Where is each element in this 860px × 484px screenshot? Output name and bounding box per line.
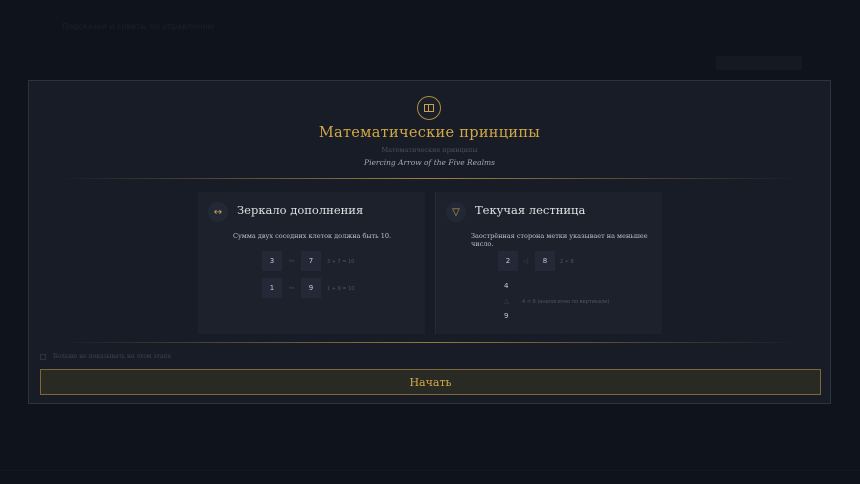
example-cell: 9 — [504, 312, 509, 320]
background-hint-text: Подсказки и советы по управлению — [62, 22, 215, 31]
book-icon — [417, 96, 441, 120]
triangle-down-icon: ▽ — [446, 202, 466, 222]
rules-dialog: Математические принципы Математические п… — [28, 80, 831, 404]
connector-icon: ↔ — [289, 257, 295, 265]
background-button — [716, 56, 802, 70]
rule-card-description: Заострённая сторона метки указывает на м… — [471, 232, 648, 248]
rule-card-description: Сумма двух соседних клеток должна быть 1… — [233, 232, 392, 240]
example-cell: 8 — [535, 251, 555, 271]
dialog-title: Математические принципы — [318, 125, 541, 141]
example-cell: 1 — [262, 278, 282, 298]
example-note: 1 + 9 = 10 — [327, 286, 355, 292]
dont-show-again-checkbox[interactable] — [40, 353, 46, 360]
example-cell: 2 — [498, 251, 518, 271]
top-divider — [59, 178, 800, 179]
rule-card-complement-mirror: ↔ Зеркало дополнения Сумма двух соседних… — [198, 192, 425, 334]
dont-show-again-row[interactable]: Больше не показывать на этом этапе — [40, 353, 171, 360]
example-cell: 9 — [301, 278, 321, 298]
example-note: 3 + 7 = 10 — [327, 259, 355, 265]
rule-card-title: Зеркало дополнения — [237, 203, 364, 217]
start-button[interactable]: Начать — [40, 369, 821, 395]
connector-icon: ↔ — [289, 284, 295, 292]
example-note: 4 < 9 (аналогично по вертикали) — [522, 299, 610, 305]
double-arrow-icon: ↔ — [208, 202, 228, 222]
rule-card-title: Текучая лестница — [475, 203, 586, 217]
bottom-divider — [59, 342, 800, 343]
background-divider — [0, 470, 860, 471]
example-note: 2 < 8 — [560, 259, 574, 265]
campaign-name: Piercing Arrow of the Five Realms — [364, 158, 495, 167]
example-cell: 3 — [262, 251, 282, 271]
inequality-mark-icon: ◁ — [523, 257, 528, 265]
example-cell: 4 — [504, 282, 509, 290]
dont-show-again-label: Больше не показывать на этом этапе — [53, 353, 172, 360]
example-cell: 7 — [301, 251, 321, 271]
dialog-subtitle: Математические принципы — [381, 146, 478, 154]
rule-card-flowing-ladder: ▽ Текучая лестница Заострённая сторона м… — [435, 192, 662, 334]
inequality-mark-icon: △ — [504, 297, 509, 305]
